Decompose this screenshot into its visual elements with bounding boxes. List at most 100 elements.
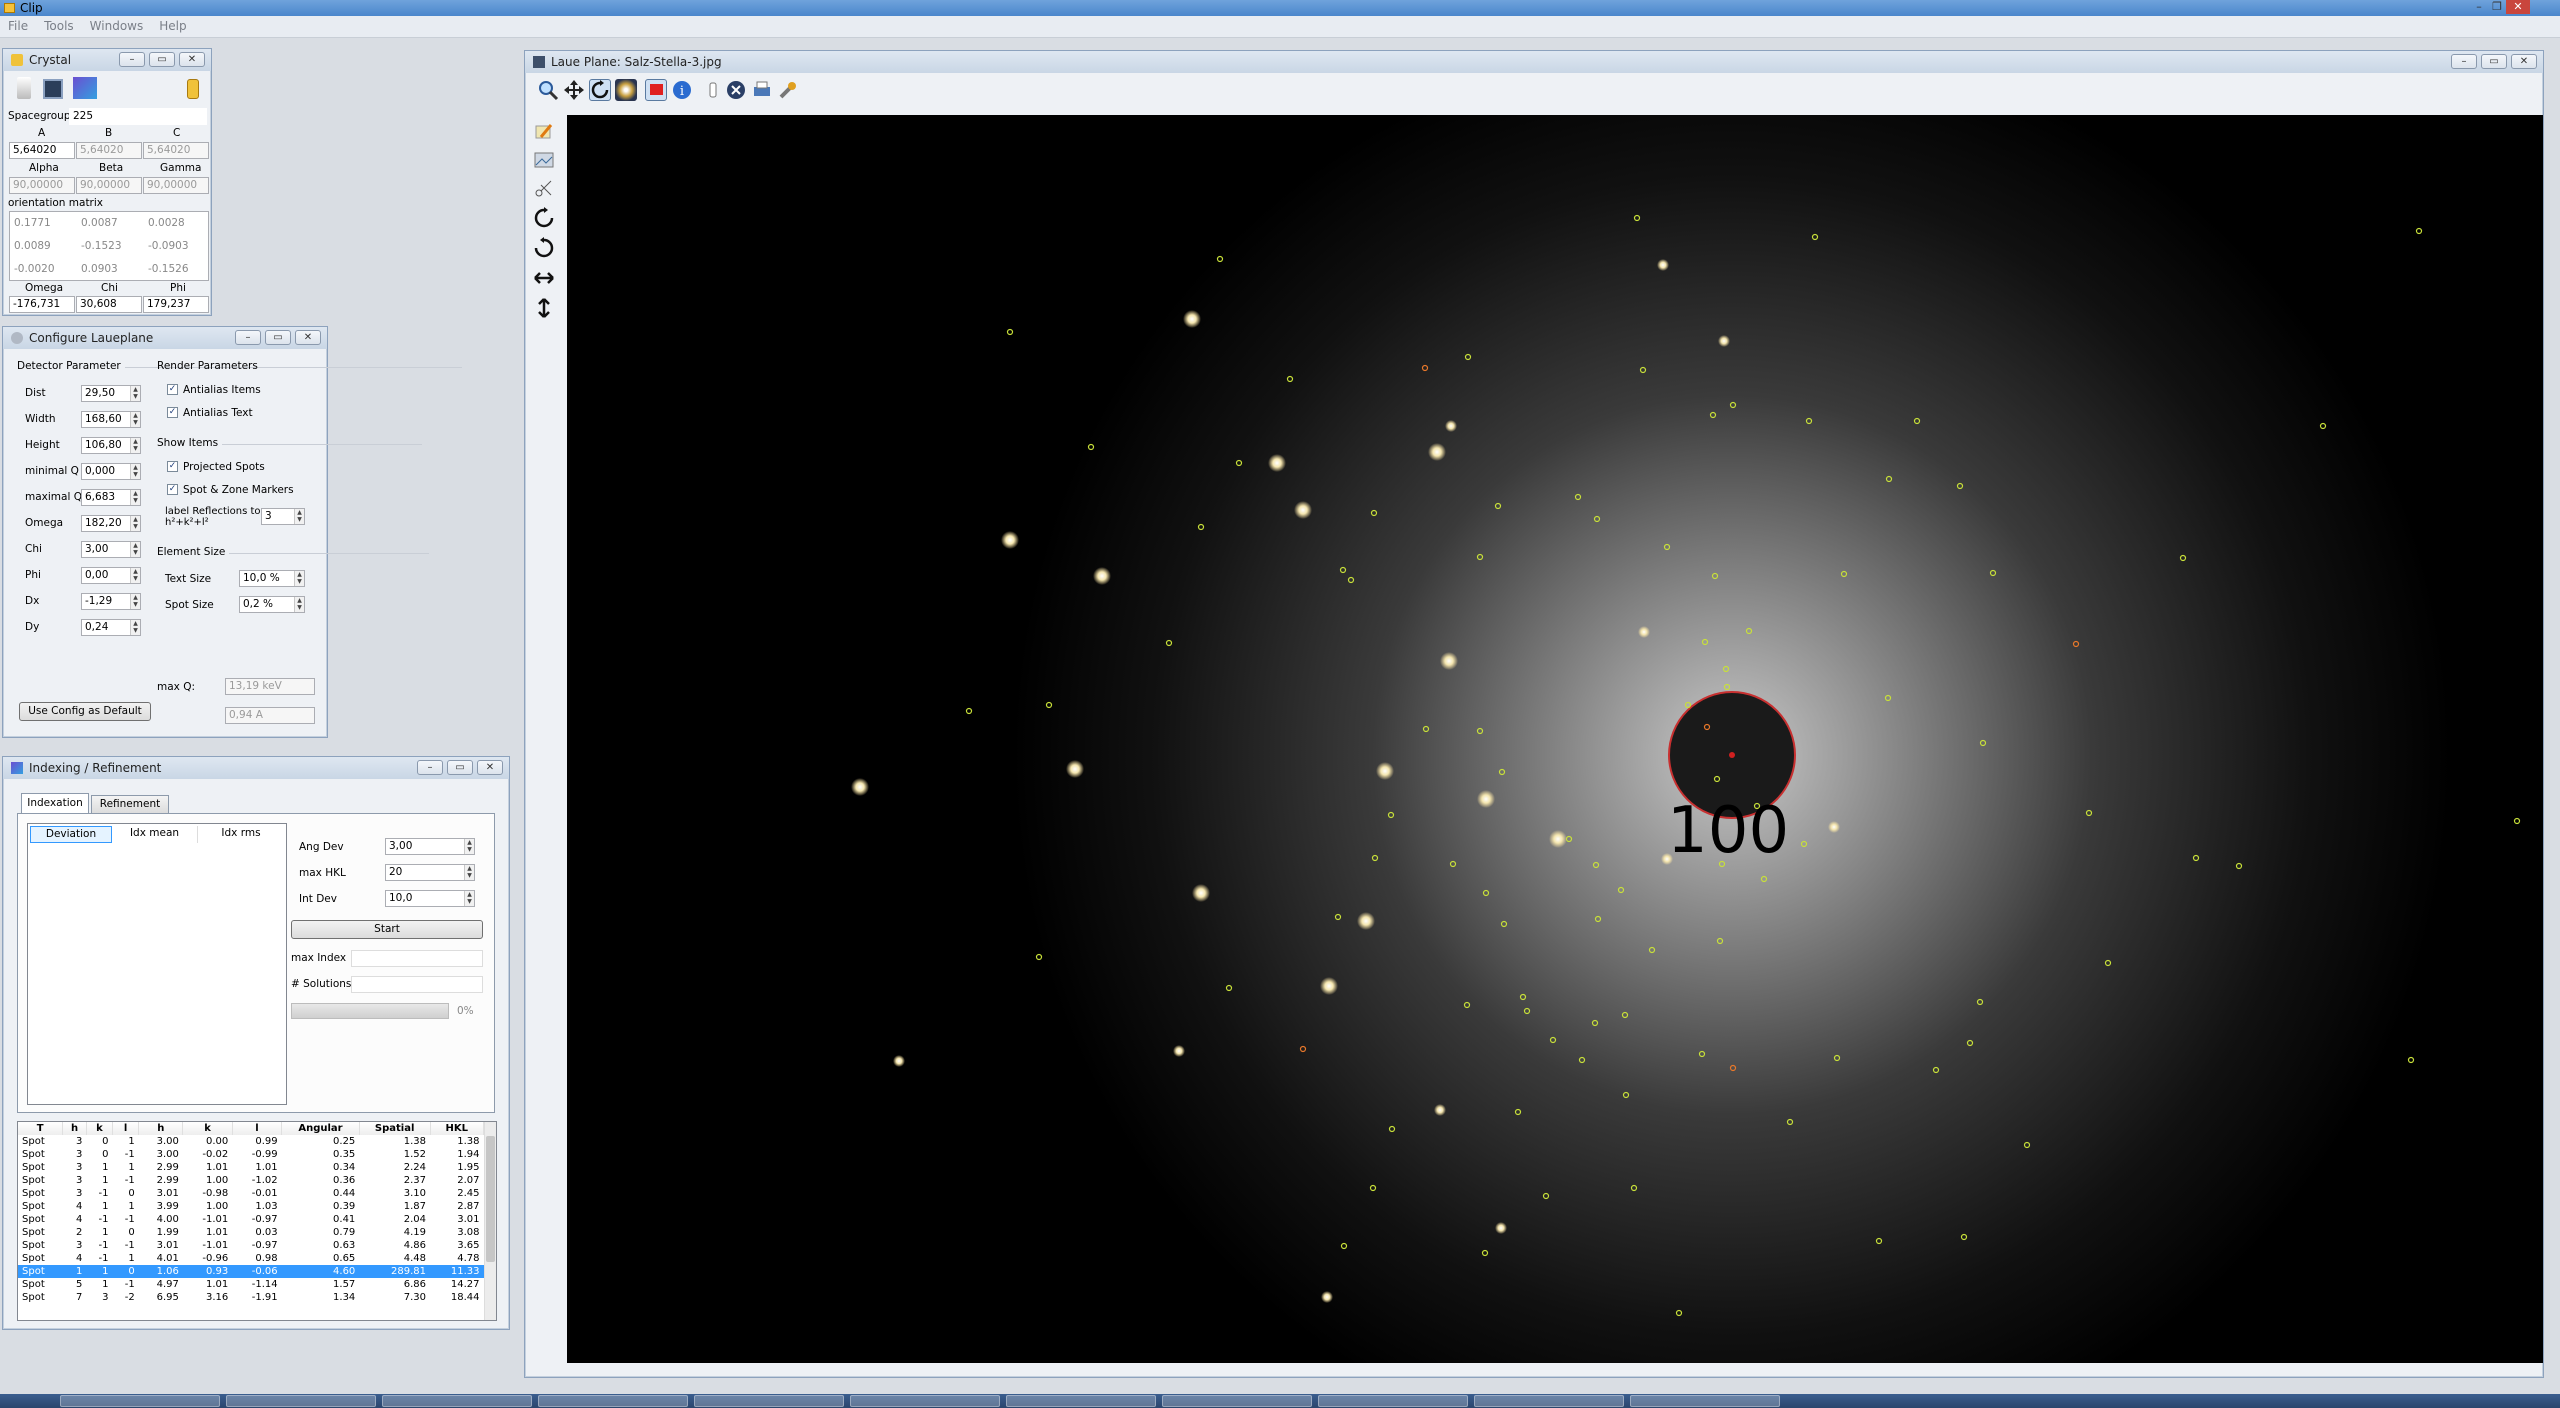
move-icon[interactable] [563,79,585,101]
spot-marker[interactable] [2407,1056,2415,1064]
close-button[interactable]: ✕ [2511,54,2537,69]
table-header[interactable]: h [138,1122,184,1135]
table-row[interactable]: Spot 3 1 1 2.99 1.01 1.01 0.34 2.24 1.95 [18,1161,484,1174]
table-row[interactable]: Spot 2 1 0 1.99 1.01 0.03 0.79 4.19 3.08 [18,1226,484,1239]
menu-help[interactable]: Help [151,16,194,36]
minimize-button[interactable]: – [119,52,145,67]
info-icon[interactable]: i [671,79,693,101]
red-flag-icon[interactable] [645,79,667,101]
hand-icon[interactable] [703,79,725,101]
idx-mean-header[interactable]: Idx mean [112,826,198,843]
gamma-field[interactable]: 90,00000 [143,177,209,194]
scrollbar-thumb[interactable] [486,1136,495,1262]
spacegroup-field[interactable]: 225 [69,108,207,125]
table-row[interactable]: Spot 7 3 -2 6.95 3.16 -1.91 1.34 7.30 18.44 [18,1291,484,1304]
param-spinbox[interactable]: -1,29 ▲ ▼ [81,593,141,610]
maximize-button[interactable]: ▭ [149,52,175,67]
rotate-ccw-icon[interactable] [533,237,555,259]
flip-vertical-icon[interactable] [533,297,555,319]
param-spinbox[interactable]: 29,50 ▲ ▼ [81,385,141,402]
table-row[interactable]: Spot 3 -1 0 3.01 -0.98 -0.01 0.44 3.10 2.45 [18,1187,484,1200]
laue-pattern[interactable]: 100 [567,115,2543,1363]
idx-rms-header[interactable]: Idx rms [198,826,284,843]
a-field[interactable]: 5,64020 [9,142,75,159]
table-row[interactable]: Spot 4 -1 1 4.01 -0.96 0.98 0.65 4.48 4.78 [18,1252,484,1265]
maximize-button[interactable]: ▭ [2481,54,2507,69]
beta-field[interactable]: 90,00000 [76,177,142,194]
flip-horizontal-icon[interactable] [533,267,555,289]
table-header[interactable]: Spatial [359,1122,431,1135]
table-header[interactable]: l [232,1122,283,1135]
close-button[interactable]: ✕ [295,330,321,345]
table-row[interactable]: Spot 5 1 -1 4.97 1.01 -1.14 1.57 6.86 14.27 [18,1278,484,1291]
scrollbar[interactable] [484,1122,496,1320]
spin-arrows[interactable]: ▲ ▼ [130,464,140,479]
pencil-icon[interactable] [533,121,555,143]
spin-arrows[interactable]: ▲ ▼ [130,490,140,505]
table-header[interactable]: k [182,1122,233,1135]
spin-arrows[interactable]: ▲ ▼ [130,542,140,557]
taskbar-item[interactable] [60,1395,220,1407]
save-icon[interactable] [43,79,63,99]
document-icon[interactable] [17,77,31,99]
spot-marker[interactable] [965,707,973,715]
spot-marker[interactable] [1006,328,1014,336]
param-spinbox[interactable]: 182,20 ▲ ▼ [81,515,141,532]
spin-arrows[interactable]: ▲ ▼ [130,594,140,609]
taskbar-item[interactable] [850,1395,1000,1407]
table-row[interactable]: Spot 4 1 1 3.99 1.00 1.03 0.39 1.87 2.87 [18,1200,484,1213]
table-row[interactable]: Spot 3 0 -1 3.00 -0.02 -0.99 0.35 1.52 1.94 [18,1148,484,1161]
minimize-button[interactable]: – [235,330,261,345]
spot-size-spinbox[interactable]: 0,2 % ▲ ▼ [239,596,305,613]
spin-arrows[interactable]: ▲ ▼ [130,620,140,635]
taskbar-item[interactable] [382,1395,532,1407]
deviation-header[interactable]: Deviation [30,826,112,843]
param-spinbox[interactable]: 0,24 ▲ ▼ [81,619,141,636]
tab-indexation[interactable]: Indexation [21,793,89,813]
spin-arrows[interactable]: ▲ ▼ [130,516,140,531]
printer-icon[interactable] [751,79,773,101]
table-header[interactable]: Angular [281,1122,360,1135]
antialias-items-checkbox[interactable]: ✓ [167,384,178,395]
phi-field[interactable]: 179,237 [143,296,209,313]
taskbar-item[interactable] [538,1395,688,1407]
spin-arrows[interactable]: ▲ ▼ [130,412,140,427]
table-row[interactable]: Spot 3 -1 -1 3.01 -1.01 -0.97 0.63 4.86 3.65 [18,1239,484,1252]
ang-dev-spinbox[interactable]: 3,00 ▲ ▼ [385,838,475,855]
taskbar-item[interactable] [1318,1395,1468,1407]
table-header[interactable]: k [86,1122,114,1135]
spin-arrows[interactable]: ▲ ▼ [130,438,140,453]
param-spinbox[interactable]: 106,80 ▲ ▼ [81,437,141,454]
image-icon[interactable] [533,149,555,171]
b-field[interactable]: 5,64020 [76,142,142,159]
close-button[interactable]: ✕ [477,760,503,775]
table-header[interactable]: h [62,1122,87,1135]
taskbar-item[interactable] [1006,1395,1156,1407]
magnifier-icon[interactable] [537,79,559,101]
laue-canvas[interactable]: 100 [567,115,2543,1363]
param-spinbox[interactable]: 0,00 ▲ ▼ [81,567,141,584]
menu-windows[interactable]: Windows [82,16,152,36]
taskbar-item[interactable] [1162,1395,1312,1407]
lattice-icon[interactable] [73,77,97,99]
stop-icon[interactable] [725,79,747,101]
table-header[interactable]: HKL [430,1122,485,1135]
c-field[interactable]: 5,64020 [143,142,209,159]
close-button[interactable]: ✕ [179,52,205,67]
table-row[interactable]: Spot 3 1 -1 2.99 1.00 -1.02 0.36 2.37 2.07 [18,1174,484,1187]
use-config-default-button[interactable]: Use Config as Default [19,702,151,721]
param-spinbox[interactable]: 6,683 ▲ ▼ [81,489,141,506]
crystal-orient-icon[interactable] [187,79,199,99]
spin-arrows[interactable]: ▲ ▼ [130,568,140,583]
spot-marker[interactable] [2513,817,2521,825]
rotate-icon[interactable] [589,79,611,101]
reflections-grid[interactable]: Th k l h k l Angular Spatial HKL Spot 3 0 1 3.00 0.00… [18,1122,485,1304]
maximize-button[interactable]: ▭ [447,760,473,775]
scissors-icon[interactable] [533,177,555,199]
table-row[interactable]: Spot 1 1 0 1.06 0.93 -0.06 4.60 289.81 11.33 [18,1265,484,1278]
int-dev-spinbox[interactable]: 10,0 ▲ ▼ [385,890,475,907]
table-row[interactable]: Spot 4 -1 -1 4.00 -1.01 -0.97 0.41 2.04 3.01 [18,1213,484,1226]
projected-spots-checkbox[interactable]: ✓ [167,461,178,472]
restore-icon[interactable]: ❐ [2488,0,2506,14]
spot-marker[interactable] [2415,227,2423,235]
